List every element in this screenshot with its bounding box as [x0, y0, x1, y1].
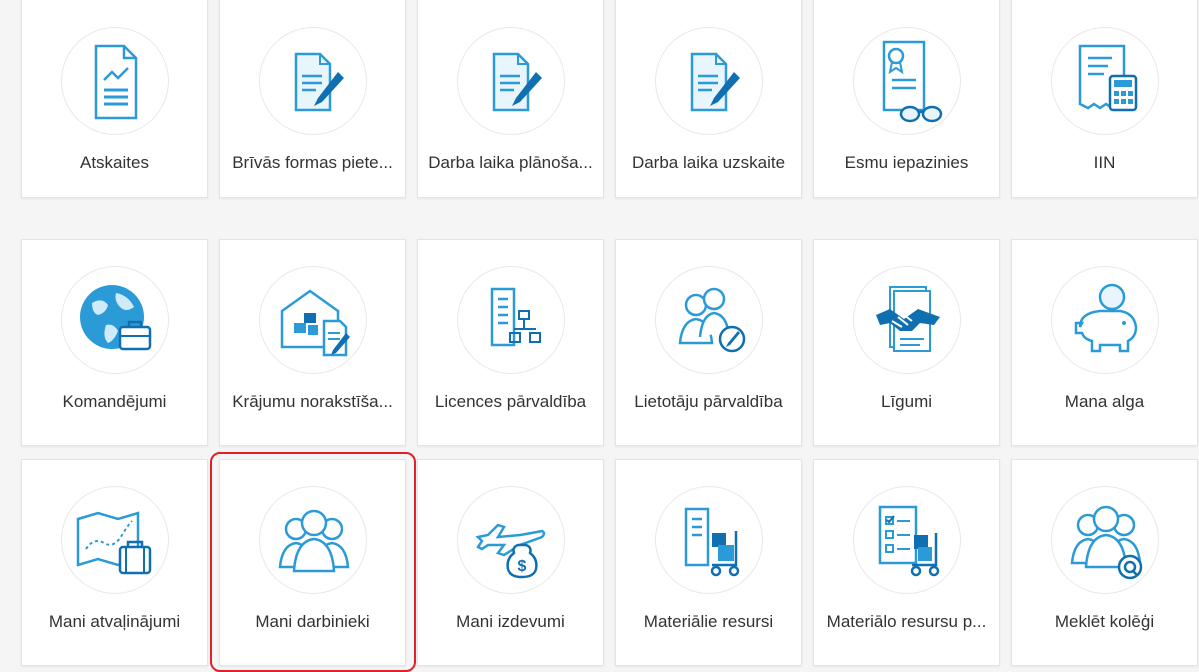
users-search-icon [1051, 486, 1159, 594]
globe-briefcase-icon [61, 266, 169, 374]
tile-esmu-iepazinies[interactable]: Esmu iepazinies [813, 0, 1000, 198]
tile-materialie-resursi[interactable]: Materiālie resursi [615, 459, 802, 666]
tile-label: Meklēt kolēģi [1054, 612, 1155, 631]
tile-mani-atvalinajumi[interactable]: Mani atvaļinājumi [21, 459, 208, 666]
piggy-bank-icon [1051, 266, 1159, 374]
tile-atskaites[interactable]: Atskaites [21, 0, 208, 198]
tile-label: Brīvās formas piete... [232, 153, 393, 172]
tile-label: Darba laika uzskaite [631, 153, 786, 172]
tile-komandejumi[interactable]: Komandējumi [21, 239, 208, 446]
tile-label: Krājumu norakstīša... [232, 392, 393, 411]
tile-ligumi[interactable]: Līgumi [813, 239, 1000, 446]
receipt-calculator-icon [1051, 27, 1159, 135]
warehouse-document-icon [259, 266, 367, 374]
document-pen-icon [655, 27, 763, 135]
tile-darba-laika-planosana[interactable]: Darba laika plānoša... [417, 0, 604, 198]
tile-label: Mani atvaļinājumi [48, 612, 181, 631]
certificate-glasses-icon [853, 27, 961, 135]
tile-iin[interactable]: IIN [1011, 0, 1198, 198]
tile-label: IIN [1093, 153, 1116, 172]
building-hierarchy-icon [457, 266, 565, 374]
tile-label: Komandējumi [62, 392, 167, 411]
tile-label: Mani darbinieki [255, 612, 370, 631]
app-tiles-grid: Atskaites Brīvās formas piete... Darba l… [0, 0, 1199, 666]
plane-moneybag-icon: $ [457, 486, 565, 594]
document-pen-icon [259, 27, 367, 135]
tile-licences-parvaldiba[interactable]: Licences pārvaldība [417, 239, 604, 446]
tile-mani-izdevumi[interactable]: $ Mani izdevumi [417, 459, 604, 666]
svg-text:$: $ [518, 558, 527, 575]
tile-mani-darbinieki[interactable]: Mani darbinieki [219, 459, 406, 666]
tile-mana-alga[interactable]: Mana alga [1011, 239, 1198, 446]
tile-label: Esmu iepazinies [844, 153, 969, 172]
tile-lietotaju-parvaldiba[interactable]: Lietotāju pārvaldība [615, 239, 802, 446]
building-cart-icon [655, 486, 763, 594]
tile-materialo-resursu-p[interactable]: Materiālo resursu p... [813, 459, 1000, 666]
tile-label: Mani izdevumi [456, 612, 565, 631]
tile-brivas-formas[interactable]: Brīvās formas piete... [219, 0, 406, 198]
tile-label: Lietotāju pārvaldība [634, 392, 783, 411]
users-edit-icon [655, 266, 763, 374]
tile-darba-laika-uzskaite[interactable]: Darba laika uzskaite [615, 0, 802, 198]
checklist-cart-icon [853, 486, 961, 594]
tile-meklet-kolegi[interactable]: Meklēt kolēģi [1011, 459, 1198, 666]
tile-label: Atskaites [80, 153, 149, 172]
tile-krajumu-norakstisana[interactable]: Krājumu norakstīša... [219, 239, 406, 446]
tile-label: Mana alga [1064, 392, 1145, 411]
map-suitcase-icon [61, 486, 169, 594]
tile-label: Materiālie resursi [643, 612, 774, 631]
users-group-icon [259, 486, 367, 594]
tile-label: Materiālo resursu p... [826, 612, 987, 631]
tile-label: Darba laika plānoša... [428, 153, 593, 172]
tile-label: Līgumi [880, 392, 933, 411]
document-pen-icon [457, 27, 565, 135]
report-chart-icon [61, 27, 169, 135]
handshake-documents-icon [853, 266, 961, 374]
tile-label: Licences pārvaldība [434, 392, 587, 411]
